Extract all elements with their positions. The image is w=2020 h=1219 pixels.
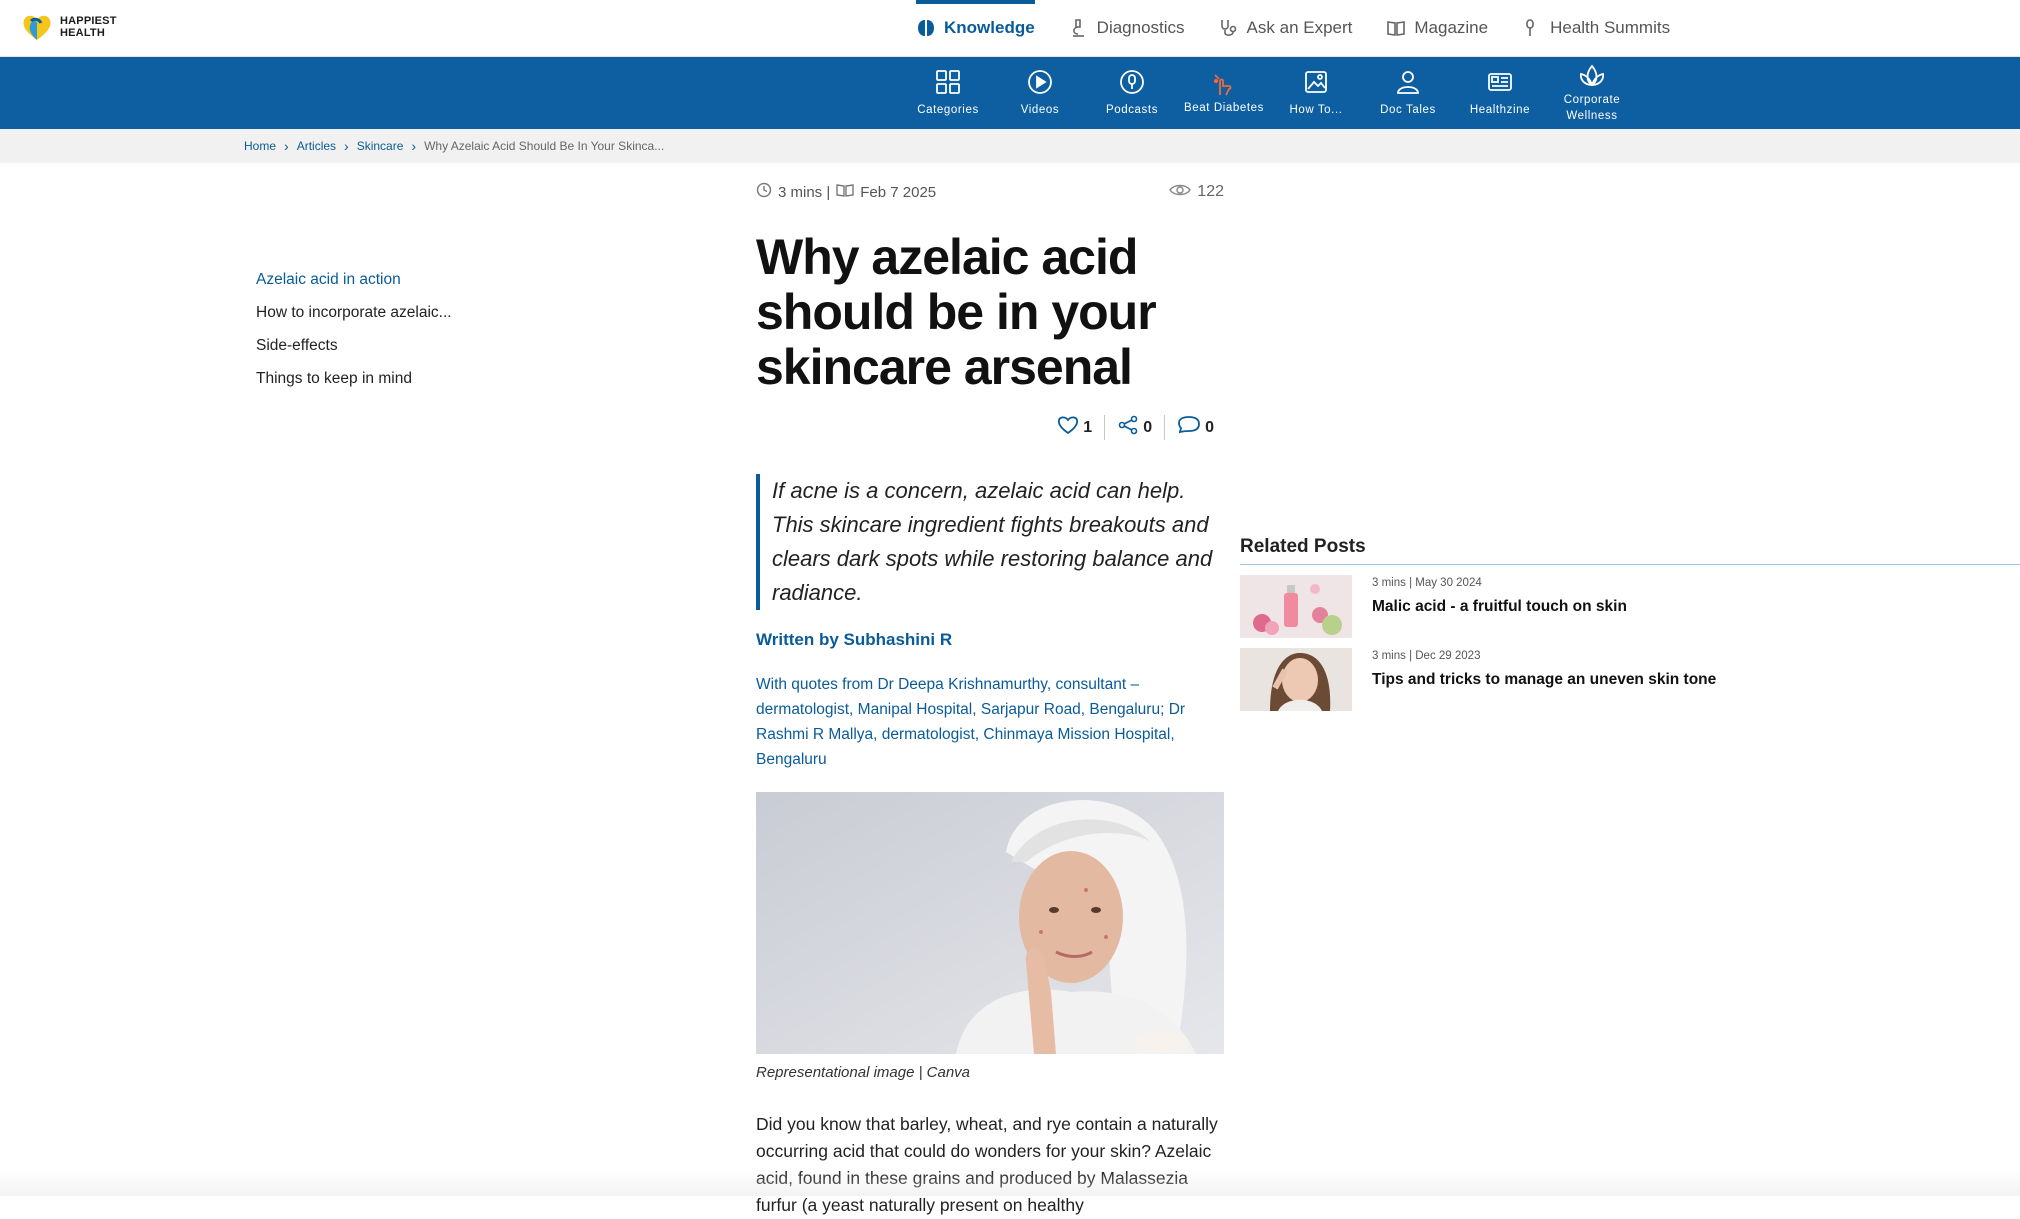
hero-image [756, 792, 1224, 1054]
heart-icon [1057, 415, 1079, 440]
chevron-right-icon: › [344, 138, 349, 154]
comment-icon [1177, 415, 1201, 440]
chevron-right-icon: › [411, 138, 416, 154]
subnav-corporate-wellness[interactable]: Corporate Wellness [1546, 57, 1638, 129]
book-icon [1386, 18, 1406, 38]
related-posts: Related Posts 3 mins | May 30 2024 Malic… [1240, 536, 2020, 711]
open-book-icon [836, 182, 854, 202]
expert-quotes-credit: With quotes from Dr Deepa Krishnamurthy,… [756, 672, 1224, 772]
article: 3 mins | Feb 7 2025 122 Why azelaic acid… [756, 180, 1224, 1219]
image-caption: Representational image | Canva [756, 1064, 1224, 1081]
primary-nav: Knowledge Diagnostics Ask an Expert Maga… [916, 0, 1670, 56]
toc-item-how-to-incorporate[interactable]: How to incorporate azelaic... [256, 301, 496, 334]
nav-diagnostics[interactable]: Diagnostics [1069, 0, 1185, 56]
comment-button[interactable]: 0 [1164, 415, 1224, 440]
nav-health-summits[interactable]: Health Summits [1522, 0, 1670, 56]
brain-icon [916, 18, 936, 38]
breadcrumb-home[interactable]: Home [244, 139, 276, 153]
subnav-how-to[interactable]: How To... [1270, 57, 1362, 129]
author-link[interactable]: Written by Subhashini R [756, 630, 1224, 650]
related-post-meta: 3 mins | Dec 29 2023 [1372, 650, 1716, 662]
article-actions: 1 0 0 [756, 415, 1224, 440]
microscope-icon [1069, 18, 1089, 38]
subnav-videos[interactable]: Videos [994, 57, 1086, 129]
breadcrumb-current: Why Azelaic Acid Should Be In Your Skinc… [424, 139, 664, 153]
subnav-podcasts[interactable]: Podcasts [1086, 57, 1178, 129]
table-of-contents: Azelaic acid in action How to incorporat… [256, 268, 496, 400]
nav-knowledge[interactable]: Knowledge [916, 0, 1035, 56]
related-posts-heading: Related Posts [1240, 536, 2020, 565]
related-post-thumbnail [1240, 648, 1352, 711]
toc-item-side-effects[interactable]: Side-effects [256, 334, 496, 367]
newspaper-icon [1486, 68, 1514, 96]
subnav-categories[interactable]: Categories [902, 57, 994, 129]
play-icon [1026, 68, 1054, 96]
doctor-icon [1394, 68, 1422, 96]
article-summary: If acne is a concern, azelaic acid can h… [756, 474, 1224, 610]
subnav-beat-diabetes[interactable]: Beat Diabetes [1178, 57, 1270, 129]
breadcrumb: Home › Articles › Skincare › Why Azelaic… [244, 129, 664, 163]
chevron-right-icon: › [284, 138, 289, 154]
grid-icon [934, 68, 962, 96]
nav-magazine[interactable]: Magazine [1386, 0, 1488, 56]
view-count: 122 [1169, 183, 1224, 202]
article-meta: 3 mins | Feb 7 2025 122 [756, 180, 1224, 204]
stethoscope-icon [1219, 18, 1239, 38]
breadcrumb-articles[interactable]: Articles [297, 139, 336, 153]
read-time: 3 mins | [778, 184, 830, 201]
article-title: Why azelaic acid should be in your skinc… [756, 230, 1224, 395]
related-post-title[interactable]: Malic acid - a fruitful touch on skin [1372, 598, 1627, 616]
podcast-icon [1118, 68, 1146, 96]
breadcrumb-skincare[interactable]: Skincare [357, 139, 404, 153]
happiest-health-logo[interactable]: HAPPIEST HEALTH [20, 10, 117, 44]
nav-ask-expert[interactable]: Ask an Expert [1219, 0, 1353, 56]
related-post-item[interactable]: 3 mins | May 30 2024 Malic acid - a frui… [1240, 575, 2020, 638]
subnav-doc-tales[interactable]: Doc Tales [1362, 57, 1454, 129]
breadcrumb-bar: Home › Articles › Skincare › Why Azelaic… [0, 129, 2020, 163]
top-bar: HAPPIEST HEALTH Knowledge Diagnostics As… [0, 0, 2020, 57]
related-post-thumbnail [1240, 575, 1352, 638]
logo-text: HAPPIEST HEALTH [60, 15, 117, 39]
toc-item-things-to-keep-in-mind[interactable]: Things to keep in mind [256, 367, 496, 400]
like-button[interactable]: 1 [1045, 415, 1104, 440]
article-body: Did you know that barley, wheat, and rye… [756, 1111, 1224, 1219]
publish-date: Feb 7 2025 [860, 184, 936, 201]
related-post-meta: 3 mins | May 30 2024 [1372, 577, 1627, 589]
share-icon [1117, 415, 1139, 440]
share-button[interactable]: 0 [1104, 415, 1164, 440]
image-icon [1302, 68, 1330, 96]
toc-item-azelaic-acid-in-action[interactable]: Azelaic acid in action [256, 268, 496, 301]
finger-prick-icon [1210, 70, 1238, 98]
mic-icon [1522, 18, 1542, 38]
heart-logo-icon [20, 10, 54, 44]
secondary-nav: Categories Videos Podcasts Beat Diabetes… [0, 57, 2020, 129]
clock-icon [756, 182, 772, 202]
related-post-title[interactable]: Tips and tricks to manage an uneven skin… [1372, 671, 1716, 689]
lotus-icon [1578, 62, 1606, 90]
subnav-healthzine[interactable]: Healthzine [1454, 57, 1546, 129]
related-post-item[interactable]: 3 mins | Dec 29 2023 Tips and tricks to … [1240, 648, 2020, 711]
eye-icon [1169, 183, 1191, 202]
